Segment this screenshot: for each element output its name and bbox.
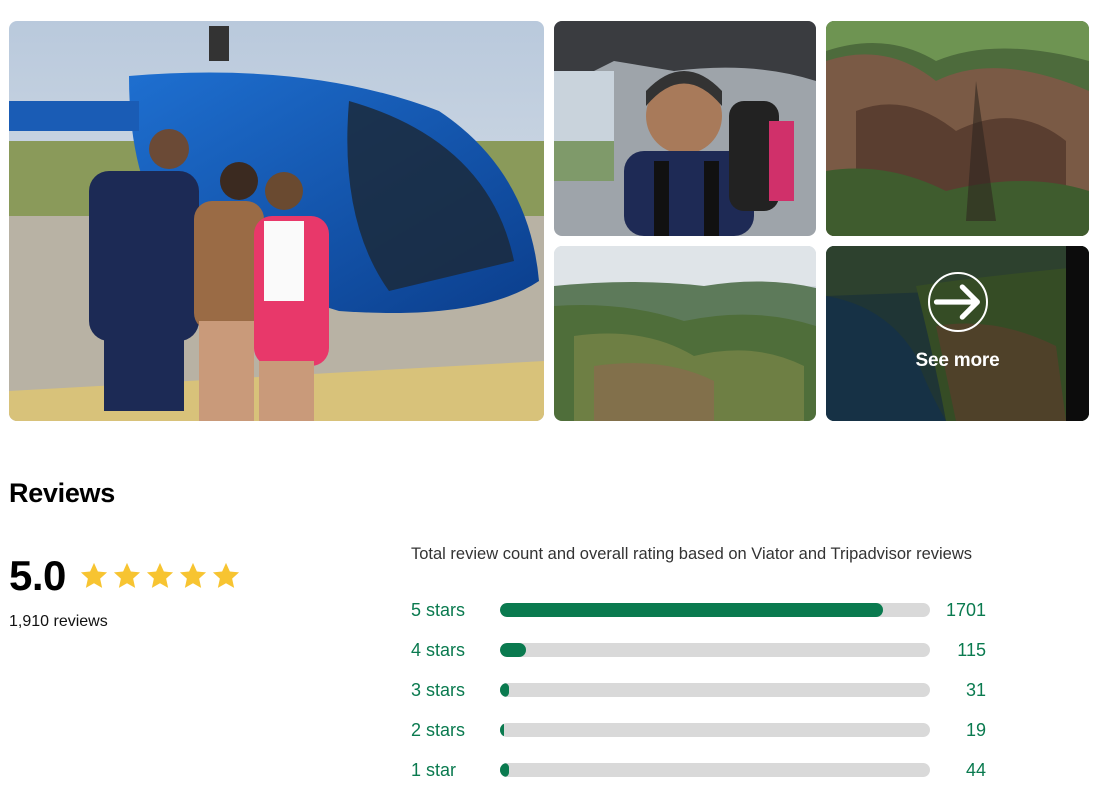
star-icon: [80, 562, 107, 588]
rating-row-1[interactable]: 1 star 44: [411, 750, 1011, 790]
rating-breakdown: 5 stars 1701 4 stars 115 3 stars 31 2 st…: [411, 590, 1011, 790]
rating-row-count: 31: [965, 679, 986, 700]
arrow-right-icon: [927, 271, 988, 332]
cliffs-photo-image: [826, 21, 1089, 236]
rating-bar-track: [500, 723, 930, 737]
rating-row-3[interactable]: 3 stars 31: [411, 670, 1011, 710]
rating-bar-track: [500, 603, 930, 617]
rating-bar-track: [500, 763, 930, 777]
rating-bar-track: [500, 643, 930, 657]
rating-bar-fill: [500, 763, 509, 777]
rating-bar-fill: [500, 603, 883, 617]
rating-source-note: Total review count and overall rating ba…: [411, 545, 972, 563]
see-more-photos-tile[interactable]: See more: [826, 246, 1089, 421]
photo-cockpit-selfie[interactable]: [554, 21, 816, 236]
rating-bar-fill: [500, 643, 526, 657]
rating-row-4[interactable]: 4 stars 115: [411, 630, 1011, 670]
photo-helicopter-group[interactable]: [9, 21, 544, 421]
rating-row-2[interactable]: 2 stars 19: [411, 710, 1011, 750]
overall-score: 5.0: [9, 552, 66, 599]
photo-canyon-cliffs[interactable]: [826, 21, 1089, 236]
photo-gallery: See more: [9, 21, 1089, 421]
rating-row-label: 3 stars: [411, 679, 466, 700]
rating-bar-fill: [500, 683, 509, 697]
rating-bar-fill: [500, 723, 505, 737]
photo-valley-view[interactable]: [554, 246, 816, 421]
rating-row-count: 44: [965, 759, 986, 780]
see-more-label: See more: [915, 349, 1000, 371]
overall-rating: 5.0: [9, 552, 242, 600]
star-icon: [146, 562, 173, 588]
review-count: 1,910 reviews: [9, 613, 108, 630]
helicopter-photo-image: [9, 21, 544, 421]
rating-bar-track: [500, 683, 930, 697]
rating-row-label: 1 star: [411, 759, 457, 780]
rating-row-count: 1701: [945, 599, 986, 620]
star-icon: [212, 562, 239, 588]
rating-row-count: 115: [957, 639, 986, 660]
star-icon: [113, 562, 140, 588]
rating-row-label: 2 stars: [411, 719, 466, 740]
star-rating: [78, 560, 242, 592]
see-more-overlay: See more: [826, 246, 1089, 421]
rating-row-label: 4 stars: [411, 639, 466, 660]
rating-row-count: 19: [965, 719, 986, 740]
rating-row-5[interactable]: 5 stars 1701: [411, 590, 1011, 630]
reviews-heading: Reviews: [9, 478, 115, 508]
valley-photo-image: [554, 246, 816, 421]
star-icon: [179, 562, 206, 588]
rating-row-label: 5 stars: [411, 599, 466, 620]
cockpit-photo-image: [554, 21, 816, 236]
